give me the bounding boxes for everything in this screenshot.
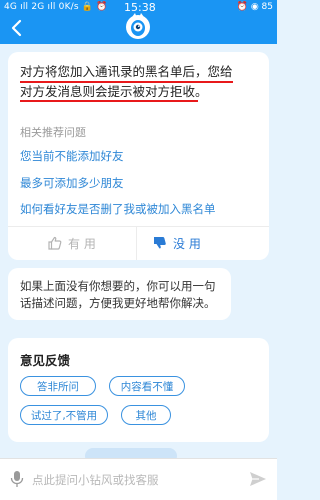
thumbs-down-icon	[154, 237, 166, 249]
back-button[interactable]	[6, 17, 28, 39]
microphone-icon	[10, 471, 24, 487]
feedback-option[interactable]: 内容看不懂	[109, 376, 185, 396]
unhelpful-label: 没 用	[173, 236, 201, 251]
divider	[136, 226, 137, 260]
related-question-link[interactable]: 您当前不能添加好友	[20, 148, 124, 164]
app-header: 4G ıll 2G ıll 0K/s 🔒 ⏰ 15:38 ⏰ ◉ 85	[0, 0, 277, 44]
related-questions-title: 相关推荐问题	[20, 126, 86, 139]
feedback-card: 意见反馈 答非所问 内容看不懂 试过了,不管用 其他	[8, 338, 269, 442]
message-input[interactable]: 点此提问小钻风或找客服	[32, 472, 159, 488]
related-question-link[interactable]: 如何看好友是否删了我或被加入黑名单	[20, 201, 216, 217]
unhelpful-button[interactable]: 没 用	[153, 226, 201, 260]
send-button[interactable]	[249, 470, 267, 492]
feedback-option[interactable]: 其他	[121, 405, 171, 425]
input-bar: 点此提问小钻风或找客服	[0, 458, 277, 500]
send-icon	[250, 472, 266, 486]
fallback-message: 如果上面没有你想要的，你可以用一句话描述问题，方便我更好地帮你解决。	[20, 279, 216, 310]
voice-input-button[interactable]	[10, 470, 24, 492]
red-underline	[20, 81, 233, 83]
feedback-option[interactable]: 试过了,不管用	[20, 405, 108, 425]
fallback-message-card: 如果上面没有你想要的，你可以用一句话描述问题，方便我更好地帮你解决。	[8, 268, 231, 320]
assistant-mascot-icon	[123, 11, 153, 41]
status-right: ⏰ ◉ 85	[236, 2, 273, 12]
chevron-left-icon	[11, 19, 22, 37]
helpful-button[interactable]: 有 用	[48, 226, 96, 260]
feedback-title: 意见反馈	[20, 353, 71, 368]
thumbs-up-icon	[48, 236, 62, 250]
feedback-option[interactable]: 答非所问	[20, 376, 96, 396]
related-question-link[interactable]: 最多可添加多少朋友	[20, 175, 124, 191]
answer-card: 对方将您加入通讯录的黑名单后，您给对方发消息则会提示被对方拒收。 相关推荐问题 …	[8, 52, 269, 260]
helpful-label: 有 用	[68, 236, 96, 251]
red-underline	[20, 100, 198, 102]
status-left: 4G ıll 2G ıll 0K/s 🔒 ⏰	[4, 2, 108, 12]
